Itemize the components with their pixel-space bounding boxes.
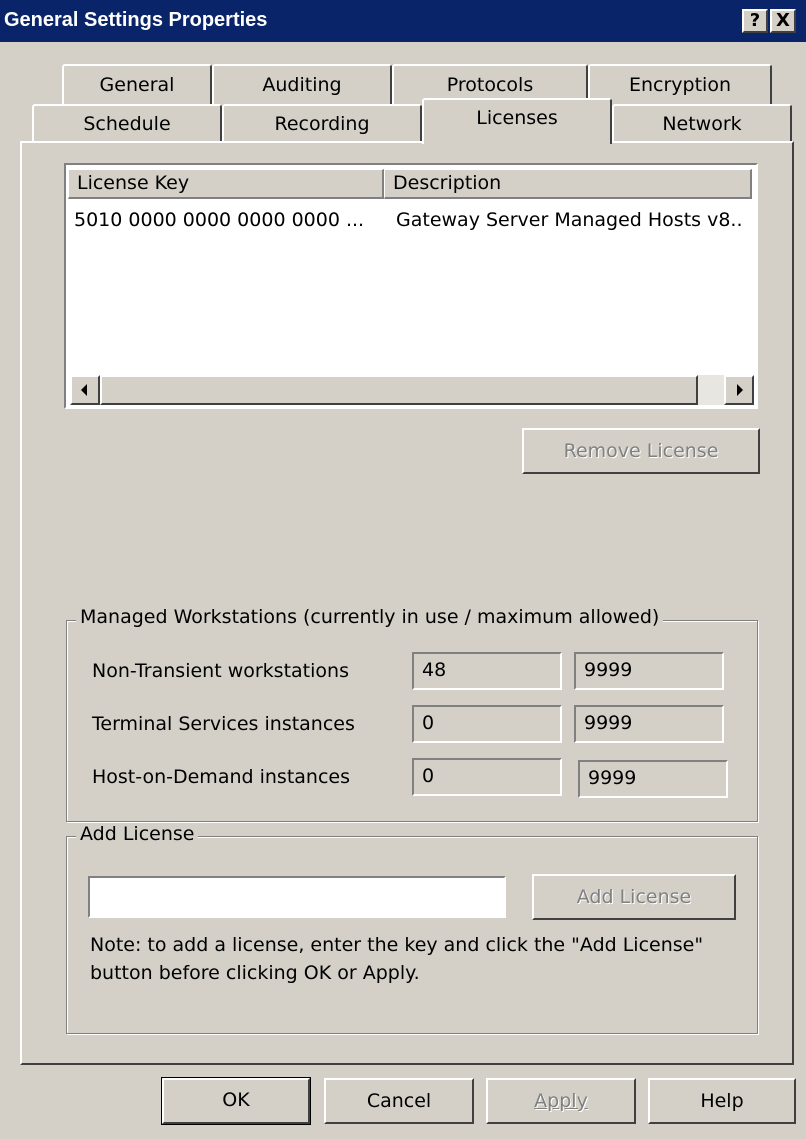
close-icon[interactable]: X	[770, 9, 796, 33]
apply-button[interactable]: Apply	[486, 1078, 636, 1124]
button-label: Add License	[576, 886, 692, 908]
host-on-demand-max-field: 9999	[578, 760, 728, 798]
license-description-cell[interactable]: Gateway Server Managed Hosts v8..	[396, 209, 752, 231]
tab-label: Network	[662, 113, 742, 135]
tab-general[interactable]: General	[62, 64, 212, 104]
tab-schedule[interactable]: Schedule	[32, 104, 222, 141]
tab-recording[interactable]: Recording	[222, 104, 422, 141]
non-transient-in-use-field: 48	[412, 652, 562, 690]
button-label: OK	[222, 1089, 250, 1111]
scroll-thumb[interactable]	[100, 375, 698, 405]
host-on-demand-label: Host-on-Demand instances	[92, 766, 350, 788]
column-header-description[interactable]: Description	[384, 169, 752, 199]
terminal-services-label: Terminal Services instances	[92, 713, 355, 735]
cancel-button[interactable]: Cancel	[324, 1078, 474, 1124]
license-list[interactable]: License Key Description 5010 0000 0000 0…	[64, 163, 758, 409]
window-title: General Settings Properties	[4, 9, 268, 31]
remove-license-button[interactable]: Remove License	[522, 428, 760, 474]
tab-auditing[interactable]: Auditing	[212, 64, 392, 104]
tab-label: Schedule	[83, 113, 171, 135]
managed-workstations-legend: Managed Workstations (currently in use /…	[76, 606, 664, 628]
terminal-services-max-field: 9999	[574, 705, 724, 743]
terminal-services-in-use-field: 0	[412, 705, 562, 743]
tab-encryption[interactable]: Encryption	[588, 64, 772, 104]
ok-button[interactable]: OK	[161, 1077, 311, 1125]
button-label: Cancel	[366, 1090, 432, 1112]
button-label: Remove License	[563, 440, 719, 462]
column-header-license-key[interactable]: License Key	[68, 169, 384, 199]
tab-label: General	[99, 74, 175, 96]
help-button[interactable]: Help	[648, 1078, 796, 1124]
license-key-input[interactable]	[88, 876, 506, 918]
add-license-note-line2: button before clicking OK or Apply.	[90, 962, 420, 984]
horizontal-scrollbar[interactable]	[70, 375, 754, 405]
button-label: Help	[700, 1090, 744, 1112]
button-label: Apply	[534, 1090, 588, 1112]
tab-label: Licenses	[476, 107, 558, 129]
scroll-left-icon[interactable]	[70, 375, 100, 405]
tab-licenses[interactable]: Licenses	[422, 98, 612, 144]
tab-label: Encryption	[628, 74, 731, 96]
add-license-note-line1: Note: to add a license, enter the key an…	[90, 934, 704, 956]
help-icon[interactable]: ?	[742, 9, 768, 33]
tab-label: Recording	[274, 113, 370, 135]
add-license-button[interactable]: Add License	[532, 874, 736, 920]
non-transient-label: Non-Transient workstations	[92, 660, 349, 682]
non-transient-max-field: 9999	[574, 652, 724, 690]
scroll-right-icon[interactable]	[724, 375, 754, 405]
license-key-cell[interactable]: 5010 0000 0000 0000 0000 ...	[74, 209, 374, 231]
title-bar: General Settings Properties ? X	[0, 0, 806, 42]
tab-label: Auditing	[262, 74, 342, 96]
add-license-legend: Add License	[76, 823, 199, 845]
host-on-demand-in-use-field: 0	[412, 758, 562, 796]
tab-network[interactable]: Network	[612, 104, 792, 141]
